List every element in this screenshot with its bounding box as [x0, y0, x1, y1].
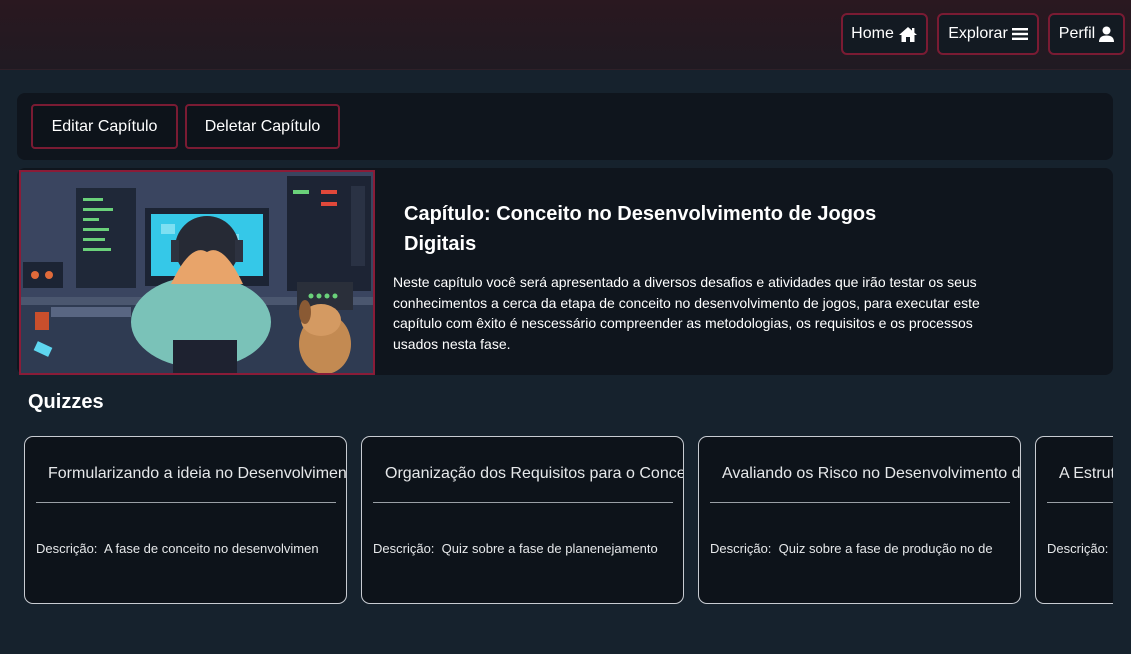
quiz-description: Descrição: A fase de conceito no desenvo… — [36, 541, 319, 556]
quiz-divider — [1047, 502, 1113, 503]
quiz-card[interactable]: Avaliando os Risco no Desenvolvimento d … — [698, 436, 1021, 604]
explore-button[interactable]: Explorar — [937, 13, 1039, 55]
quiz-description: Descrição: Quiz sobre a fase de planenej… — [373, 541, 658, 556]
chapter-card: Capítulo: Conceito no Desenvolvimento de… — [17, 168, 1113, 375]
menu-icon — [1011, 27, 1028, 41]
quiz-card[interactable]: A Estrut Descrição: — [1035, 436, 1113, 604]
quiz-desc-text: Quiz sobre a fase de planenejamento — [441, 541, 658, 556]
quiz-title: Organização dos Requisitos para o Conce — [385, 465, 684, 482]
quiz-divider — [373, 502, 673, 503]
quiz-card[interactable]: Organização dos Requisitos para o Conce … — [361, 436, 684, 604]
top-navbar: Home Explorar Perfil — [0, 0, 1131, 70]
chapter-title: Capítulo: Conceito no Desenvolvimento de… — [404, 203, 877, 255]
quiz-title: Avaliando os Risco no Desenvolvimento d — [722, 465, 1021, 482]
quiz-description: Descrição: — [1047, 541, 1112, 556]
quiz-carousel: Formularizando a ideia no Desenvolvimen … — [24, 436, 1113, 604]
chapter-actions-panel: Editar Capítulo Deletar Capítulo — [17, 93, 1113, 160]
quiz-title: Formularizando a ideia no Desenvolvimen — [48, 465, 347, 482]
quiz-desc-text: A fase de conceito no desenvolvimen — [103, 541, 319, 556]
explore-label: Explorar — [948, 25, 1008, 42]
quiz-divider — [36, 502, 336, 503]
quiz-title: A Estrut — [1059, 465, 1113, 482]
user-icon — [1099, 26, 1115, 42]
chapter-illustration — [19, 170, 375, 375]
quiz-divider — [710, 502, 1010, 503]
chapter-description: Neste capítulo você será apresentado a d… — [393, 274, 980, 352]
quiz-desc-label: Descrição: — [1047, 541, 1109, 556]
edit-chapter-button[interactable]: Editar Capítulo — [31, 104, 178, 149]
home-icon — [898, 26, 918, 43]
quiz-card[interactable]: Formularizando a ideia no Desenvolvimen … — [24, 436, 347, 604]
quiz-description: Descrição: Quiz sobre a fase de produção… — [710, 541, 993, 556]
quiz-desc-label: Descrição: — [36, 541, 98, 556]
quizzes-heading: Quizzes — [28, 391, 104, 413]
home-button[interactable]: Home — [841, 13, 928, 55]
quiz-desc-text: Quiz sobre a fase de produção no de — [778, 541, 993, 556]
home-label: Home — [851, 25, 894, 42]
profile-label: Perfil — [1058, 25, 1096, 42]
quiz-desc-label: Descrição: — [373, 541, 435, 556]
profile-button[interactable]: Perfil — [1048, 13, 1125, 55]
developer-illustration — [21, 172, 373, 373]
delete-chapter-button[interactable]: Deletar Capítulo — [185, 104, 340, 149]
quiz-desc-label: Descrição: — [710, 541, 772, 556]
